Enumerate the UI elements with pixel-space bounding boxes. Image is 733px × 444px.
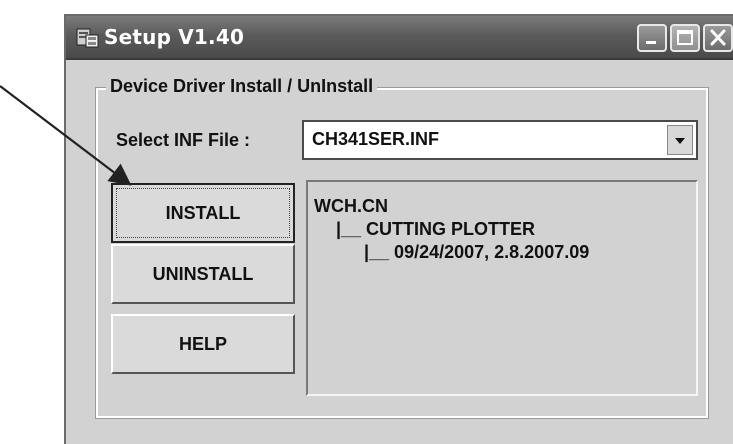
screenshot-stage: Setup V1.40 Device Driver Install / UnIn… [0, 0, 733, 444]
maximize-button[interactable] [670, 24, 700, 52]
dropdown-button[interactable] [667, 125, 693, 155]
uninstall-button[interactable]: UNINSTALL [111, 244, 295, 304]
minimize-icon [646, 41, 656, 44]
help-button[interactable]: HELP [111, 314, 295, 374]
driver-device: |__ CUTTING PLOTTER [336, 219, 536, 239]
driver-version: |__ 09/24/2007, 2.8.2007.09 [364, 242, 590, 262]
chevron-down-icon [675, 138, 685, 144]
minimize-button[interactable] [637, 24, 667, 52]
groupbox-title: Device Driver Install / UnInstall [106, 76, 378, 97]
driver-info-panel: WCH.CN |__ CUTTING PLOTTER |__ 09/24/200… [306, 180, 698, 396]
driver-vendor: WCH.CN [314, 196, 388, 216]
window-title: Setup V1.40 [104, 25, 245, 49]
maximize-icon [677, 30, 693, 45]
inf-file-select[interactable]: CH341SER.INF [302, 120, 698, 160]
close-button[interactable] [703, 24, 733, 52]
setup-window: Setup V1.40 Device Driver Install / UnIn… [64, 14, 733, 444]
title-bar[interactable]: Setup V1.40 [66, 16, 733, 60]
install-button[interactable]: INSTALL [111, 183, 295, 243]
close-icon [710, 29, 726, 46]
inf-file-value: CH341SER.INF [312, 129, 440, 149]
inf-file-label: Select INF File : [116, 130, 251, 150]
setup-app-icon [76, 25, 100, 49]
